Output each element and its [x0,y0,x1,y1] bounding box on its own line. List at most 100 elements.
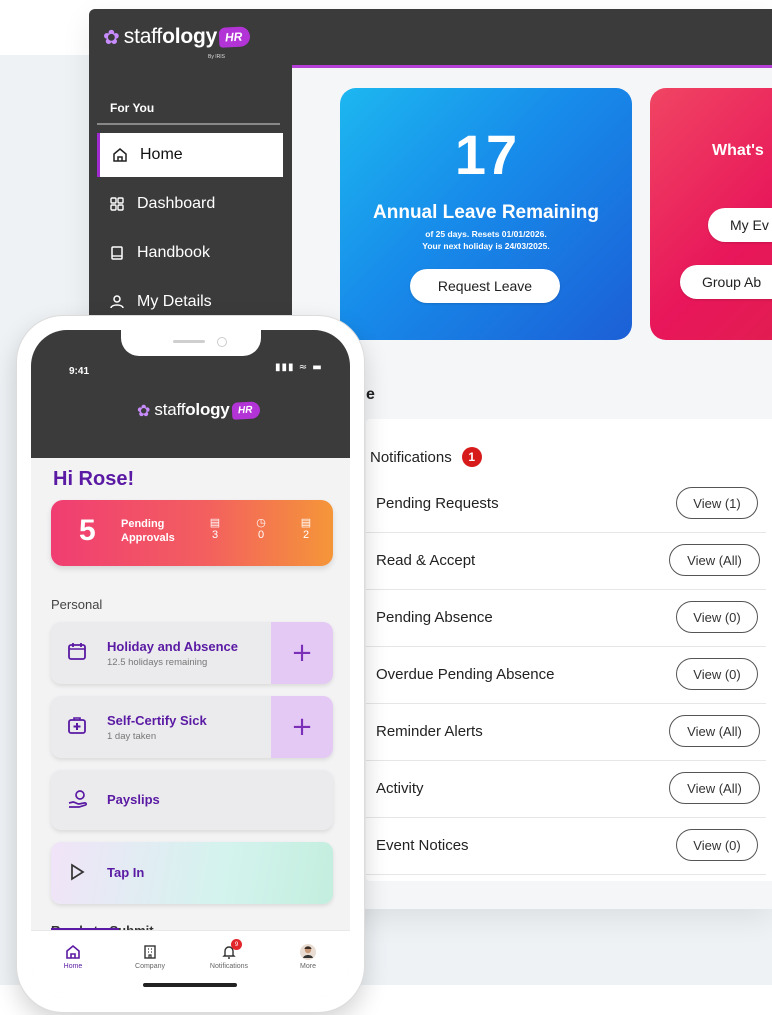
notification-row: Read & Accept View (All) [366,532,766,590]
events-card: What's My Ev Group Ab [650,88,772,340]
view-reminder-alerts-button[interactable]: View (All) [669,715,760,747]
brand-hr-tag: HR [231,400,261,420]
next-holiday-text: Your next holiday is 24/03/2025. [422,241,550,251]
view-overdue-absence-button[interactable]: View (0) [676,658,758,690]
status-icons: ▮▮▮ ≈ ▬ [275,362,323,373]
events-card-title: What's [712,142,764,159]
notification-row-label: Pending Requests [376,495,499,512]
notification-row: Activity View (All) [366,760,766,818]
nav-company[interactable]: Company [120,941,180,970]
view-pending-absence-button[interactable]: View (0) [676,601,758,633]
sidebar-item-handbook[interactable]: Handbook [97,231,280,275]
phone-screen: 9:41 ▮▮▮ ≈ ▬ ✿ staff ology HR Hi Rose! 5 … [31,330,350,998]
sidebar-item-home[interactable]: Home [97,133,283,177]
notification-row-label: Event Notices [376,837,469,854]
knot-icon: ✿ [137,400,151,420]
view-event-notices-button[interactable]: View (0) [676,829,758,861]
leave-reset-text: of 25 days. Resets 01/01/2026. [425,229,547,239]
sidebar-item-dashboard[interactable]: Dashboard [97,182,280,226]
pending-stat-time: ◷ 0 [251,516,271,541]
brand-logo[interactable]: ✿ staff ology HR By IRIS [103,25,251,60]
grid-icon [107,196,127,212]
personal-section-label: Personal [51,597,103,612]
home-icon [110,147,130,163]
pending-count: 5 [79,514,96,547]
self-certify-sick-tile[interactable]: Self-Certify Sick 1 day taken + [51,696,333,758]
nav-label: Home [63,963,83,970]
main-content: 17 Annual Leave Remaining of 25 days. Re… [292,68,772,909]
brand-name-bold: ology [185,400,230,419]
brand-name-light: staff [123,25,163,48]
holiday-absence-tile[interactable]: Holiday and Absence 12.5 holidays remain… [51,622,333,684]
book-icon [107,245,127,261]
nav-notifications[interactable]: 9 Notifications [199,939,259,970]
clock-icon: ◷ [256,517,266,529]
bottom-nav: Home Company 9 Notifications More [31,930,350,998]
notification-row: Event Notices View (0) [366,817,766,875]
tile-title: Holiday and Absence [107,639,238,654]
notifications-header: Notifications 1 [370,447,482,467]
sidebar-section-title: For You [110,101,155,115]
notification-row: Pending Absence View (0) [366,589,766,647]
view-activity-button[interactable]: View (All) [669,772,760,804]
pending-label: Pending [121,518,165,530]
leave-days-count: 17 [454,123,518,186]
notifications-panel: Notifications 1 Pending Requests View (1… [366,419,772,881]
pending-approvals-card[interactable]: 5 Pending Approvals ▤ 3 ◷ 0 ▤ 2 [51,500,333,566]
stat-value: 0 [257,529,265,541]
stat-value: 3 [211,529,219,541]
greeting-heading: Hi Rose! [53,468,135,490]
nav-home[interactable]: Home [43,941,103,970]
phone-frame: 9:41 ▮▮▮ ≈ ▬ ✿ staff ology HR Hi Rose! 5 … [17,316,364,1012]
notification-row-label: Read & Accept [376,552,476,569]
add-holiday-button[interactable]: + [271,622,333,684]
annual-leave-card: 17 Annual Leave Remaining of 25 days. Re… [340,88,632,340]
knot-icon: ✿ [103,25,120,49]
leave-card-title: Annual Leave Remaining [373,202,599,223]
notification-row: Overdue Pending Absence View (0) [366,646,766,704]
signal-icon: ▮▮▮ [275,362,295,373]
notification-count-badge: 1 [461,447,482,467]
approvals-label: Approvals [121,532,175,544]
avatar [278,941,338,963]
notifications-title: Notifications [370,448,452,466]
payslips-tile[interactable]: Payslips [51,770,333,830]
sidebar-item-label: Handbook [137,244,210,261]
sidebar-divider [97,123,280,125]
brand-name-light: staff [154,400,186,419]
notification-row: Reminder Alerts View (All) [366,703,766,761]
nav-label: More [300,963,316,970]
nav-label: Notifications [209,963,249,970]
sidebar-item-label: Home [140,146,183,163]
group-absence-button[interactable]: Group Ab [680,265,772,299]
sidebar-item-label: Dashboard [137,195,216,212]
payslip-hand-icon [67,789,89,809]
brand-name-bold: ology [162,25,218,48]
tap-in-tile[interactable]: Tap In [51,842,333,904]
nav-more[interactable]: More [278,941,338,970]
notification-row: Pending Requests View (1) [366,475,766,533]
tile-title: Tap In [107,865,145,880]
nav-label: Company [135,963,165,970]
home-icon [43,941,103,963]
view-read-accept-button[interactable]: View (All) [669,544,760,576]
section-heading: e [366,386,375,403]
tile-subtitle: 12.5 holidays remaining [107,657,208,668]
notifications-badge: 9 [231,939,242,950]
home-indicator [143,983,237,987]
building-icon [120,941,180,963]
my-events-button[interactable]: My Ev [708,208,772,242]
stat-value: 2 [302,529,310,541]
add-sick-button[interactable]: + [271,696,333,758]
battery-icon: ▬ [312,362,323,373]
request-leave-button[interactable]: Request Leave [410,269,560,303]
medical-bag-icon [67,715,87,735]
phone-notch [121,330,261,356]
notification-row-label: Pending Absence [376,609,493,626]
play-icon [67,862,87,882]
calendar-icon [67,641,87,661]
sidebar-item-label: My Details [137,293,212,310]
pending-stat-holiday: ▤ 3 [205,516,225,541]
brand-hr-tag: HR [218,26,251,48]
view-pending-requests-button[interactable]: View (1) [676,487,758,519]
